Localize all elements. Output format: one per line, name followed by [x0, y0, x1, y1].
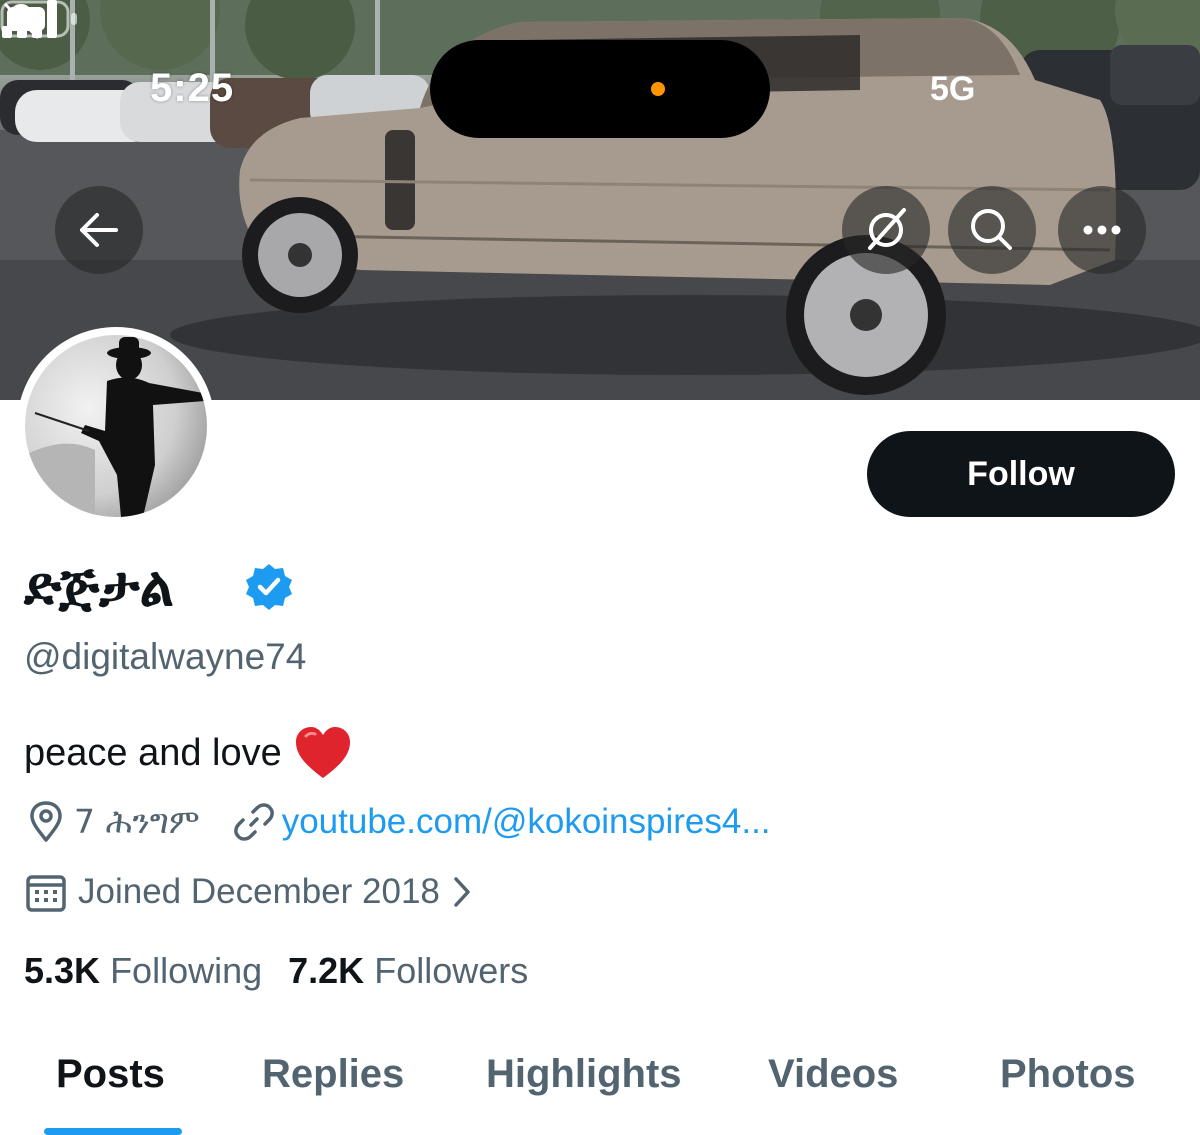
tab-videos[interactable]: Videos — [768, 1052, 898, 1097]
tab-highlights[interactable]: Highlights — [486, 1052, 682, 1097]
profile-tabs: Posts Replies Highlights Videos Photos — [0, 1030, 1200, 1135]
tab-photos[interactable]: Photos — [1000, 1052, 1136, 1097]
battery-icon — [0, 0, 77, 38]
privacy-indicator-dot — [651, 82, 665, 96]
followers-stat[interactable]: 7.2K Followers — [288, 950, 528, 992]
joined-row: Joined December 2018 — [24, 870, 474, 914]
tab-posts[interactable]: Posts — [56, 1052, 165, 1097]
location-text: 7 ሕንግም — [74, 802, 200, 841]
following-count: 5.3K — [24, 950, 101, 991]
arrow-left-icon — [80, 213, 118, 247]
bio: peace and love — [24, 726, 352, 780]
network-type: 5G — [930, 70, 976, 108]
active-tab-indicator — [44, 1128, 182, 1135]
chevron-right-icon[interactable] — [450, 874, 474, 910]
dynamic-island — [430, 40, 770, 138]
following-stat[interactable]: 5.3K Following — [24, 950, 262, 992]
profile-avatar[interactable] — [17, 327, 215, 525]
red-heart-icon — [295, 727, 350, 778]
ellipsis-icon — [1083, 225, 1121, 235]
location-pin-icon — [30, 801, 62, 842]
more-options-button[interactable] — [1058, 186, 1146, 274]
tab-replies[interactable]: Replies — [262, 1052, 404, 1097]
bio-text: peace and love — [24, 731, 282, 774]
joined-date: Joined December 2018 — [78, 872, 440, 911]
grok-icon — [868, 208, 906, 250]
search-icon — [971, 209, 1012, 250]
link-icon — [233, 803, 274, 841]
back-button[interactable] — [55, 186, 143, 274]
website-link[interactable]: youtube.com/@kokoinspires4... — [282, 802, 771, 842]
user-handle: @digitalwayne74 — [24, 636, 307, 677]
profile-meta-row: 7 ሕንግም youtube.com/@kokoinspires4... — [24, 800, 771, 844]
calendar-icon — [26, 875, 66, 912]
status-time: 5:25 — [150, 66, 235, 110]
verified-badge-icon[interactable] — [244, 562, 294, 612]
followers-label: Followers — [374, 950, 529, 991]
avatar-image — [25, 335, 207, 517]
search-button[interactable] — [948, 186, 1036, 274]
following-label: Following — [110, 950, 263, 991]
followers-count: 7.2K — [288, 950, 365, 991]
follow-button[interactable]: Follow — [867, 431, 1175, 517]
grok-button[interactable] — [842, 186, 930, 274]
display-name: ድጅታል — [24, 555, 174, 618]
follow-stats: 5.3K Following 7.2K Followers — [24, 950, 528, 992]
